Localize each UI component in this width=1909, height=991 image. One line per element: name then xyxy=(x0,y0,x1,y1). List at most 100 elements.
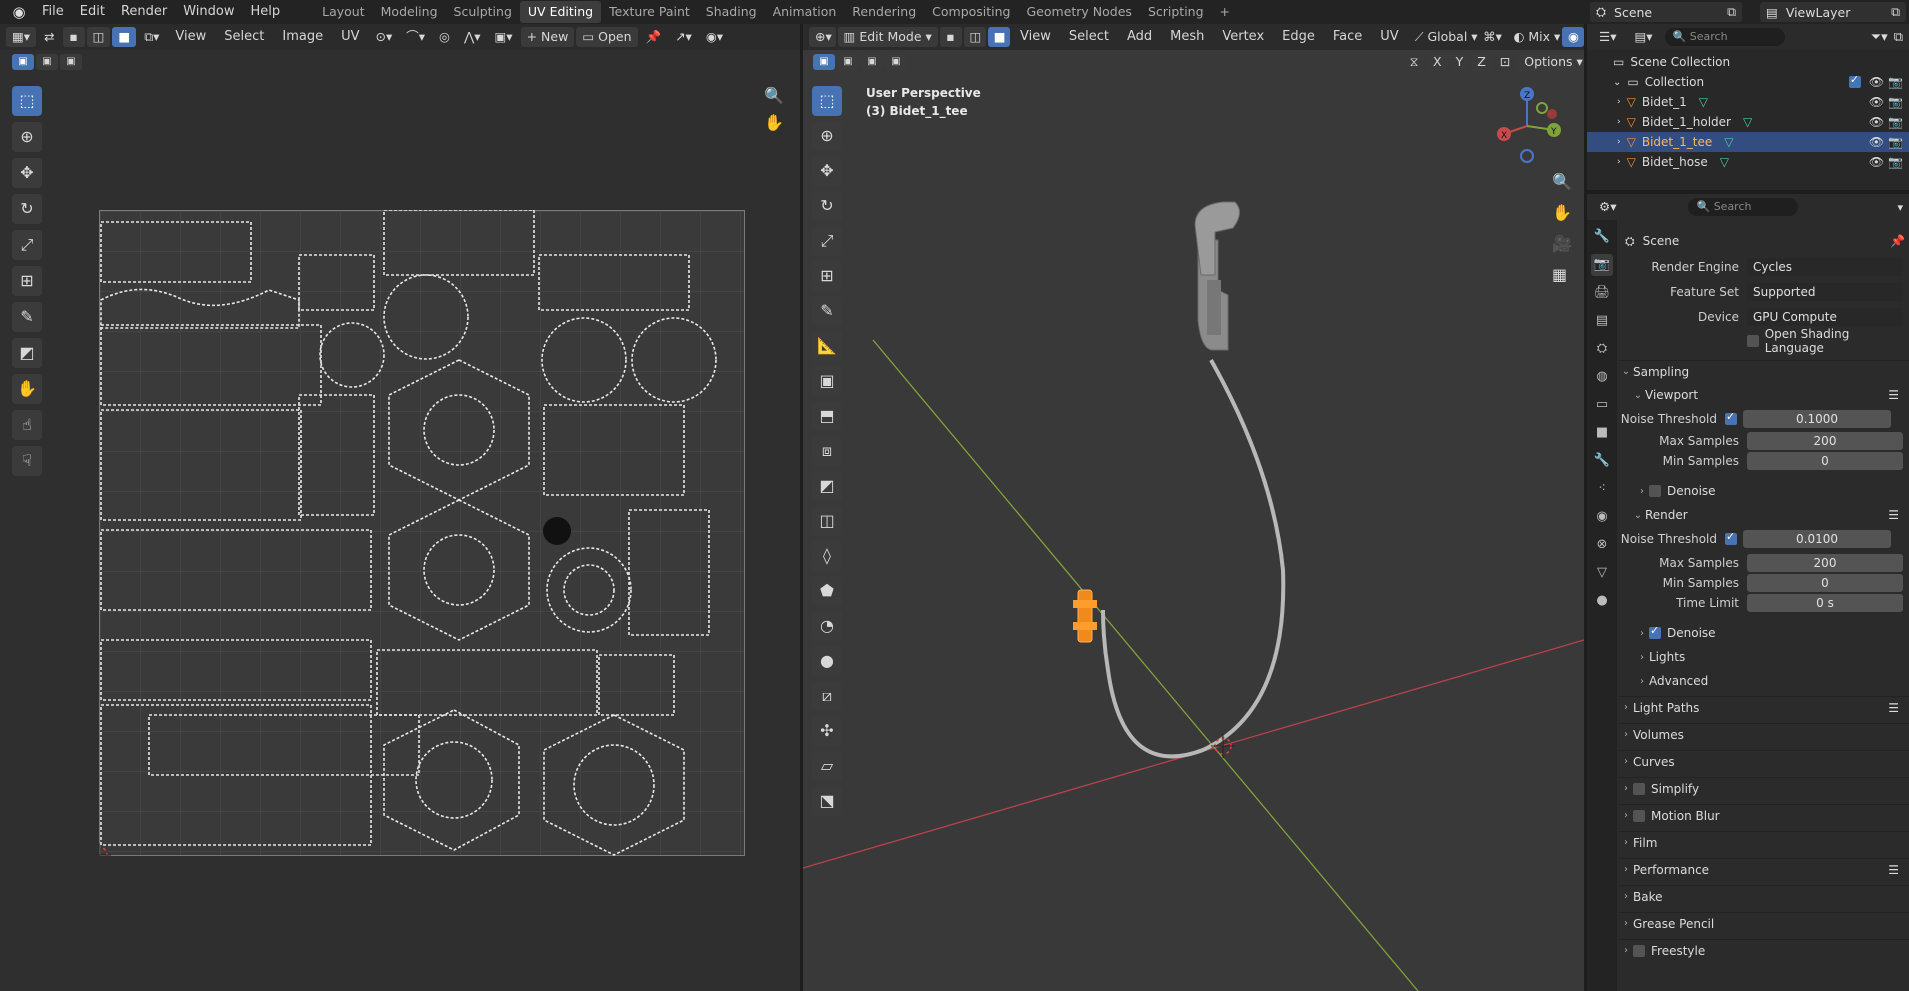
uv-island[interactable] xyxy=(415,741,493,819)
new-viewlayer-icon[interactable]: ⧉ xyxy=(1891,4,1900,20)
expand-chevron-icon[interactable]: › xyxy=(1617,97,1621,107)
vertex-select-icon[interactable]: ▪ xyxy=(939,27,962,47)
uv-menu-view[interactable]: View xyxy=(167,24,214,50)
render-camera-icon[interactable]: 📷 xyxy=(1888,75,1903,89)
sampling-panel-header[interactable]: ⌄ Sampling xyxy=(1619,360,1909,382)
select-mode-vertex-icon[interactable]: ▪ xyxy=(62,27,85,47)
uv-island[interactable] xyxy=(383,274,469,360)
render-camera-icon[interactable]: 📷 xyxy=(1888,95,1903,109)
viewlayer-selector[interactable]: ▤ ViewLayer ⧉ xyxy=(1760,2,1906,22)
uv-island[interactable] xyxy=(383,210,535,276)
performance-presets-icon[interactable]: ☰ xyxy=(1888,863,1899,877)
uv-menu-select[interactable]: Select xyxy=(216,24,272,50)
menu-edit[interactable]: Edit xyxy=(72,0,113,24)
uv-island[interactable] xyxy=(563,564,615,616)
viewport-menu-mesh[interactable]: Mesh xyxy=(1162,24,1212,50)
light-paths-presets-icon[interactable]: ☰ xyxy=(1888,701,1899,715)
motion-blur-checkbox[interactable] xyxy=(1633,809,1645,822)
uv-island[interactable] xyxy=(100,639,372,701)
presets-list-icon[interactable]: ☰ xyxy=(1888,388,1899,402)
world-tab-icon[interactable]: ◍ xyxy=(1591,366,1613,388)
render-presets-list-icon[interactable]: ☰ xyxy=(1888,508,1899,522)
tab-rendering[interactable]: Rendering xyxy=(844,1,924,23)
advanced-subpanel[interactable]: › Advanced xyxy=(1619,670,1909,692)
tab-geometry-nodes[interactable]: Geometry Nodes xyxy=(1019,1,1140,23)
3d-cursor-icon[interactable] xyxy=(1211,734,1235,758)
tab-layout[interactable]: Layout xyxy=(314,1,373,23)
relax-icon[interactable]: ☝ xyxy=(12,410,42,440)
uv-sync-icon[interactable]: ↗▾ xyxy=(669,27,698,47)
data-tab-icon[interactable]: ▽ xyxy=(1591,562,1613,584)
freestyle-checkbox[interactable] xyxy=(1633,944,1645,957)
menu-render[interactable]: Render xyxy=(113,0,175,24)
outliner-object-row-selected[interactable]: › ▽ Bidet_1_tee ▽ 👁 📷 xyxy=(1587,132,1909,152)
tab-modeling[interactable]: Modeling xyxy=(373,1,446,23)
uv-island[interactable] xyxy=(100,409,302,521)
bidet-hose[interactable] xyxy=(1101,359,1286,759)
pivot-icon[interactable]: ⊙▾ xyxy=(370,27,399,47)
render-tab-icon[interactable]: 📷 xyxy=(1591,254,1613,276)
uv-island[interactable] xyxy=(546,547,632,633)
r-noise-threshold-checkbox[interactable] xyxy=(1725,530,1737,545)
select-mode-edge-icon[interactable]: ◫ xyxy=(86,27,111,47)
object-tab-icon[interactable]: ■ xyxy=(1591,422,1613,444)
navigation-gizmo[interactable]: Z Y X xyxy=(1492,82,1562,164)
uv-island[interactable] xyxy=(388,359,530,501)
vp-max-samples-field[interactable]: 200 xyxy=(1747,432,1903,450)
gizmo-neg-z-icon[interactable] xyxy=(1520,149,1534,163)
rotate-icon[interactable]: ↻ xyxy=(12,194,42,224)
select-box-icon[interactable]: ⬚ xyxy=(12,86,42,116)
pan-icon[interactable]: ✋ xyxy=(764,113,784,132)
grease-pencil-panel[interactable]: › Grease Pencil xyxy=(1619,912,1909,934)
expand-chevron-icon[interactable]: ⌄ xyxy=(1613,77,1621,88)
overlay-icon[interactable]: ◉▾ xyxy=(700,27,729,47)
pin-icon[interactable]: 📌 xyxy=(640,27,668,47)
render-camera-icon[interactable]: 📷 xyxy=(1888,155,1903,169)
uv-menu-uv[interactable]: UV xyxy=(333,24,367,50)
scene-tab-icon[interactable]: ⛭ xyxy=(1591,338,1613,360)
vp-denoise-checkbox[interactable] xyxy=(1649,485,1661,497)
vp-pan-icon[interactable]: ✋ xyxy=(1552,203,1572,222)
face-select-icon[interactable]: ■ xyxy=(987,27,1010,47)
grab-icon[interactable]: ✋ xyxy=(12,374,42,404)
expand-chevron-icon[interactable]: › xyxy=(1617,137,1621,147)
viewport-menu-face[interactable]: Face xyxy=(1325,24,1370,50)
visibility-eye-icon[interactable]: 👁 xyxy=(1869,155,1884,169)
properties-type-icon[interactable]: ⚙▾ xyxy=(1593,197,1622,217)
annotate-icon[interactable]: ✎ xyxy=(12,302,42,332)
collection-tab-icon[interactable]: ▭ xyxy=(1591,394,1613,416)
uv-island[interactable] xyxy=(100,221,252,283)
uv-island[interactable] xyxy=(100,529,372,611)
osl-checkbox[interactable] xyxy=(1747,335,1759,347)
r-noise-threshold-field[interactable]: 0.0100 xyxy=(1743,530,1891,548)
tab-uv-editing[interactable]: UV Editing xyxy=(519,1,602,23)
bake-panel[interactable]: › Bake xyxy=(1619,885,1909,907)
viewport-subpanel-header[interactable]: ⌄ Viewport ☰ xyxy=(1619,384,1909,406)
transform-icon[interactable]: ⊞ xyxy=(12,266,42,296)
visibility-eye-icon[interactable]: 👁 xyxy=(1869,135,1884,149)
lights-subpanel[interactable]: › Lights xyxy=(1619,646,1909,668)
constraints-tab-icon[interactable]: ⊗ xyxy=(1591,534,1613,556)
falloff-icon[interactable]: ⋀▾ xyxy=(458,27,487,47)
vp-noise-threshold-field[interactable]: 0.1000 xyxy=(1743,410,1891,428)
gizmo-neg-y-icon[interactable] xyxy=(1536,102,1548,114)
freestyle-panel[interactable]: › Freestyle xyxy=(1619,939,1909,961)
render-engine-dropdown[interactable]: Cycles xyxy=(1747,258,1903,276)
outliner-object-row[interactable]: › ▽ Bidet_hose ▽ 👁 📷 xyxy=(1587,152,1909,172)
outliner-scene-collection[interactable]: ▭ Scene Collection xyxy=(1587,52,1909,72)
vp-zoom-icon[interactable]: 🔍 xyxy=(1552,172,1572,191)
zoom-icon[interactable]: 🔍 xyxy=(764,86,784,105)
outliner-collection[interactable]: ⌄ ▭ Collection 👁 📷 xyxy=(1587,72,1909,92)
rip-icon[interactable]: ◩ xyxy=(12,338,42,368)
move-icon[interactable]: ✥ xyxy=(12,158,42,188)
vp-denoise-subpanel[interactable]: › Denoise xyxy=(1619,480,1909,502)
uv-island[interactable] xyxy=(538,254,690,311)
bidet-handle[interactable] xyxy=(1207,280,1221,335)
outliner-object-row[interactable]: › ▽ Bidet_1 ▽ 👁 📷 xyxy=(1587,92,1909,112)
render-camera-icon[interactable]: 📷 xyxy=(1888,115,1903,129)
uv-island[interactable] xyxy=(423,534,495,606)
uv-island[interactable] xyxy=(100,288,300,329)
select-mode-face-icon[interactable]: ■ xyxy=(112,27,137,47)
viewport-menu-select[interactable]: Select xyxy=(1061,24,1117,50)
xray-icon[interactable]: ◉ xyxy=(1562,27,1584,47)
